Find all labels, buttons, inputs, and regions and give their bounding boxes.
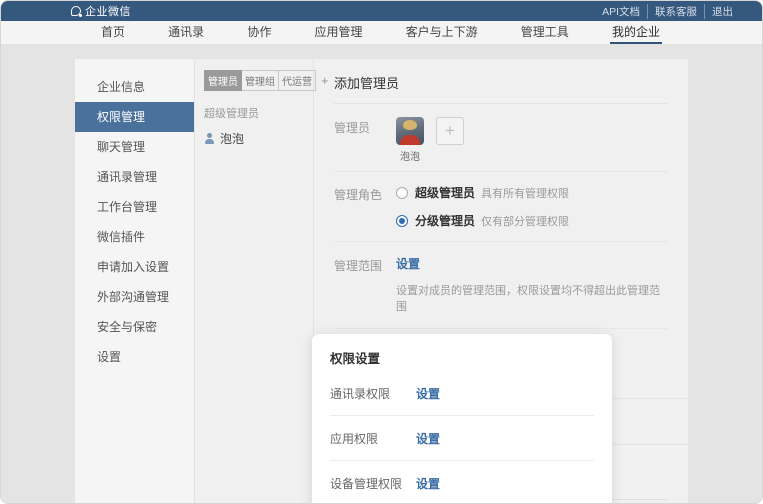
scope-settings-link[interactable]: 设置 bbox=[396, 257, 420, 271]
sidebar-item-workbench-mgmt[interactable]: 工作台管理 bbox=[75, 192, 194, 222]
add-admin-button[interactable]: + bbox=[436, 117, 464, 145]
contacts-permission-settings-link[interactable]: 设置 bbox=[416, 385, 440, 402]
selected-admins: 泡泡 + bbox=[396, 117, 464, 163]
topbar-links: API文档 联系客服 退出 bbox=[595, 4, 740, 19]
device-permission-settings-link[interactable]: 设置 bbox=[416, 475, 440, 492]
admin-member-item[interactable]: 泡泡 bbox=[204, 130, 305, 147]
role-options: 超级管理员 具有所有管理权限 分级管理员 仅有部分管理权限 bbox=[396, 184, 569, 229]
app-permission-label: 应用权限 bbox=[330, 430, 416, 447]
admin-role-row: 管理角色 超级管理员 具有所有管理权限 分级管理员 仅有部分管理权限 bbox=[334, 171, 668, 241]
radio-checked-icon[interactable] bbox=[396, 215, 408, 227]
super-admin-group-label: 超级管理员 bbox=[204, 105, 305, 121]
settings-sidebar: 企业信息 权限管理 聊天管理 通讯录管理 工作台管理 微信插件 申请加入设置 外… bbox=[75, 59, 195, 504]
sidebar-item-permission-mgmt[interactable]: 权限管理 bbox=[75, 102, 194, 132]
role-option-name: 分级管理员 bbox=[415, 212, 475, 229]
wework-logo[interactable]: 企业微信 bbox=[71, 3, 131, 19]
api-docs-link[interactable]: API文档 bbox=[595, 4, 647, 19]
nav-tab-apps[interactable]: 应用管理 bbox=[312, 21, 364, 44]
sidebar-item-chat-mgmt[interactable]: 聊天管理 bbox=[75, 132, 194, 162]
role-option-scoped-admin[interactable]: 分级管理员 仅有部分管理权限 bbox=[396, 212, 569, 229]
sidebar-item-contacts-mgmt[interactable]: 通讯录管理 bbox=[75, 162, 194, 192]
nav-tab-admin-tools[interactable]: 管理工具 bbox=[519, 21, 571, 44]
permission-card-title: 权限设置 bbox=[330, 348, 594, 367]
person-icon bbox=[204, 133, 215, 144]
role-option-desc: 具有所有管理权限 bbox=[481, 185, 569, 201]
device-permission-label: 设备管理权限 bbox=[330, 475, 416, 492]
wework-logo-icon bbox=[71, 6, 81, 16]
content-card: 企业信息 权限管理 聊天管理 通讯录管理 工作台管理 微信插件 申请加入设置 外… bbox=[75, 59, 688, 504]
user-avatar bbox=[396, 117, 424, 145]
sidebar-item-settings[interactable]: 设置 bbox=[75, 342, 194, 372]
permission-settings-zone: 权限设置 通讯录权限 设置 应用权限 设置 设备管理权限 设置 bbox=[334, 334, 668, 490]
device-permission-row: 设备管理权限 设置 bbox=[330, 460, 594, 504]
tab-administrators[interactable]: 管理员 bbox=[204, 70, 242, 91]
nav-tab-home[interactable]: 首页 bbox=[99, 21, 127, 44]
logout-link[interactable]: 退出 bbox=[704, 4, 740, 19]
page-body: 企业信息 权限管理 聊天管理 通讯录管理 工作台管理 微信插件 申请加入设置 外… bbox=[1, 45, 762, 504]
page-title: 添加管理员 bbox=[334, 73, 668, 104]
admin-member-name: 泡泡 bbox=[220, 130, 244, 147]
admin-scope-row: 管理范围 设置 设置对成员的管理范围，权限设置均不得超出此管理范围 bbox=[334, 241, 668, 329]
permission-settings-card: 权限设置 通讯录权限 设置 应用权限 设置 设备管理权限 设置 bbox=[312, 334, 612, 504]
contacts-permission-row: 通讯录权限 设置 bbox=[330, 371, 594, 415]
nav-tab-collaboration[interactable]: 协作 bbox=[245, 21, 273, 44]
admin-members-label: 管理员 bbox=[334, 117, 396, 163]
sidebar-item-security[interactable]: 安全与保密 bbox=[75, 312, 194, 342]
radio-unchecked-icon[interactable] bbox=[396, 187, 408, 199]
admin-scope-label: 管理范围 bbox=[334, 255, 396, 314]
nav-tab-my-company[interactable]: 我的企业 bbox=[610, 21, 662, 44]
primary-nav: 首页 通讯录 协作 应用管理 客户与上下游 管理工具 我的企业 bbox=[1, 21, 762, 45]
add-admin-form: 添加管理员 管理员 泡泡 + 管理角色 bbox=[314, 59, 688, 504]
app-permission-settings-link[interactable]: 设置 bbox=[416, 430, 440, 447]
sidebar-item-wechat-plugin[interactable]: 微信插件 bbox=[75, 222, 194, 252]
role-option-name: 超级管理员 bbox=[415, 184, 475, 201]
role-option-desc: 仅有部分管理权限 bbox=[481, 213, 569, 229]
admin-role-label: 管理角色 bbox=[334, 184, 396, 229]
admin-members-row: 管理员 泡泡 + bbox=[334, 104, 668, 171]
tab-admin-groups[interactable]: 管理组 bbox=[242, 70, 279, 91]
nav-tab-contacts[interactable]: 通讯录 bbox=[166, 21, 206, 44]
scope-description: 设置对成员的管理范围，权限设置均不得超出此管理范围 bbox=[396, 282, 668, 314]
admin-type-tabs: 管理员 管理组 代运营 + bbox=[204, 70, 305, 91]
contact-support-link[interactable]: 联系客服 bbox=[647, 4, 704, 19]
nav-tab-customers[interactable]: 客户与上下游 bbox=[404, 21, 480, 44]
app-permission-row: 应用权限 设置 bbox=[330, 415, 594, 460]
app-window: 企业微信 API文档 联系客服 退出 首页 通讯录 协作 应用管理 客户与上下游… bbox=[0, 0, 763, 504]
tab-agent-ops[interactable]: 代运营 bbox=[279, 70, 316, 91]
sidebar-item-join-settings[interactable]: 申请加入设置 bbox=[75, 252, 194, 282]
role-option-super-admin[interactable]: 超级管理员 具有所有管理权限 bbox=[396, 184, 569, 201]
sidebar-item-company-info[interactable]: 企业信息 bbox=[75, 72, 194, 102]
topbar: 企业微信 API文档 联系客服 退出 bbox=[1, 1, 762, 21]
wework-logo-text: 企业微信 bbox=[85, 3, 131, 19]
sidebar-item-external-comm[interactable]: 外部沟通管理 bbox=[75, 282, 194, 312]
admin-scope-content: 设置 设置对成员的管理范围，权限设置均不得超出此管理范围 bbox=[396, 255, 668, 314]
admin-avatar-item[interactable]: 泡泡 bbox=[396, 117, 424, 163]
avatar-name: 泡泡 bbox=[396, 148, 424, 163]
admin-list-panel: 管理员 管理组 代运营 + 超级管理员 泡泡 bbox=[195, 59, 314, 504]
contacts-permission-label: 通讯录权限 bbox=[330, 385, 416, 402]
